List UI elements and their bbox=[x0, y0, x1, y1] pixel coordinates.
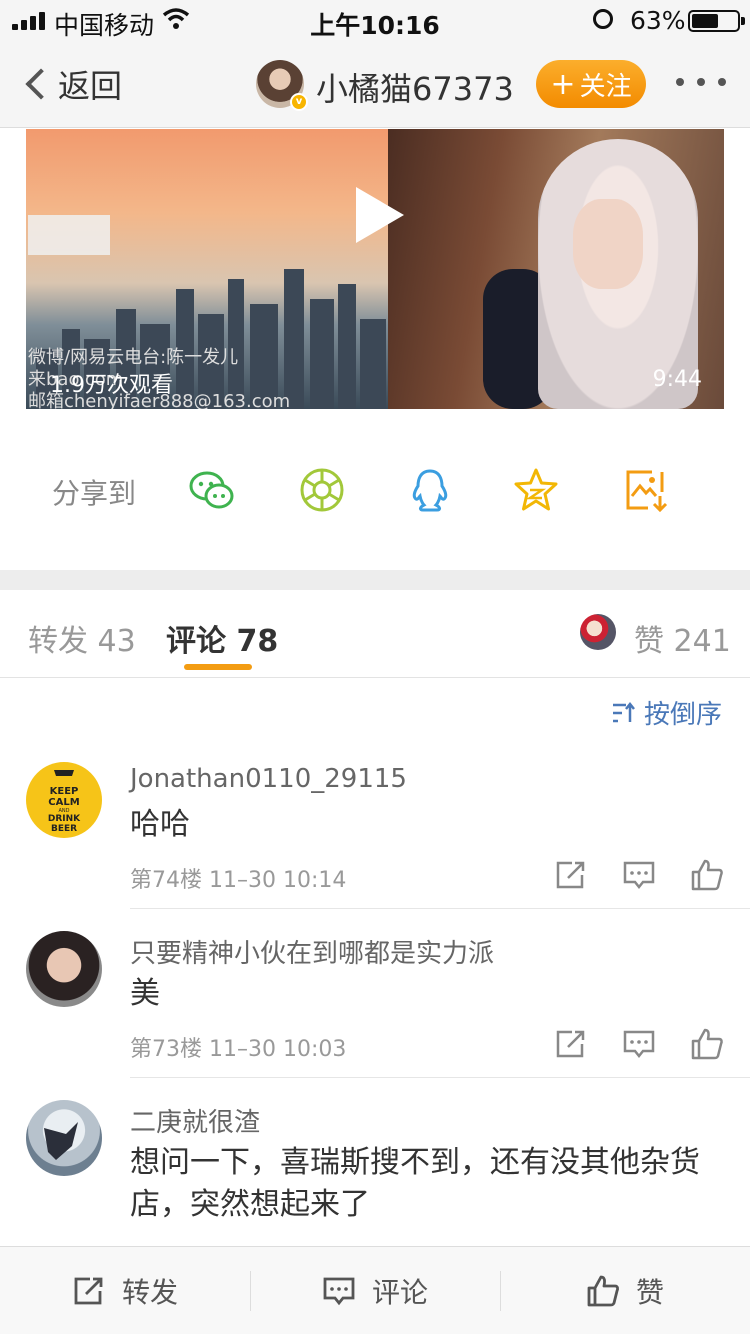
comment-username[interactable]: 只要精神小伙在到哪都是实力派 bbox=[130, 933, 494, 970]
video-view-count: 1.9万次观看 bbox=[50, 373, 173, 398]
comment-label: 评论 bbox=[371, 1276, 428, 1309]
like-icon[interactable] bbox=[690, 1027, 724, 1061]
comment-avatar[interactable]: KEEP CALM AND DRINK BEER bbox=[26, 762, 102, 838]
section-divider bbox=[0, 570, 750, 590]
interaction-tabs: 转发 43 评论 78 赞 241 bbox=[0, 590, 750, 678]
like-icon bbox=[587, 1275, 619, 1307]
verified-badge-icon: v bbox=[290, 93, 308, 111]
comment-meta: 第73楼 11–30 10:03 bbox=[130, 1037, 347, 1062]
tab-likes[interactable]: 赞 241 bbox=[634, 616, 731, 660]
save-image-icon[interactable] bbox=[622, 466, 670, 514]
chevron-left-icon bbox=[25, 68, 57, 100]
comment-username[interactable]: 二庚就很渣 bbox=[130, 1102, 260, 1139]
rotation-lock-icon bbox=[593, 9, 613, 29]
comment-icon bbox=[323, 1277, 355, 1306]
sort-icon bbox=[612, 701, 635, 722]
plus-icon: + bbox=[550, 66, 576, 102]
more-options-icon[interactable] bbox=[676, 70, 726, 94]
comment-button[interactable]: 评论 bbox=[250, 1247, 500, 1334]
status-bar: 中国移动 上午10:16 63% bbox=[0, 0, 750, 40]
reply-icon[interactable] bbox=[622, 858, 656, 892]
comment-username[interactable]: Jonathan0110_29115 bbox=[130, 764, 407, 794]
follow-label: 关注 bbox=[579, 71, 632, 102]
back-label: 返回 bbox=[58, 67, 123, 105]
author-avatar[interactable]: v bbox=[256, 60, 308, 111]
keep-calm-logo: KEEP CALM AND DRINK BEER bbox=[48, 770, 81, 834]
repost-icon bbox=[74, 1277, 103, 1305]
svg-text:BEER: BEER bbox=[51, 824, 77, 834]
back-button[interactable]: 返回 bbox=[22, 62, 122, 106]
sort-button[interactable]: 按倒序 bbox=[612, 694, 722, 731]
comment-text: 想问一下，喜瑞斯搜不到，还有没其他杂货店，突然想起来了 bbox=[130, 1145, 700, 1222]
comment-actions bbox=[554, 1027, 724, 1061]
qzone-icon[interactable] bbox=[512, 466, 560, 514]
tab-repost[interactable]: 转发 43 bbox=[28, 616, 136, 660]
top-bar: 中国移动 上午10:16 63% 返回 v 小橘猫67373 + 关注 bbox=[0, 0, 750, 128]
repost-button[interactable]: 转发 bbox=[0, 1247, 250, 1334]
like-icon[interactable] bbox=[690, 858, 724, 892]
svg-text:KEEP: KEEP bbox=[50, 786, 79, 797]
video-duration: 9:44 bbox=[652, 367, 702, 392]
play-icon[interactable] bbox=[356, 187, 404, 243]
svg-text:DRINK: DRINK bbox=[48, 814, 81, 824]
share-icon[interactable] bbox=[554, 858, 588, 892]
screen-dialog-panel bbox=[28, 215, 110, 255]
comment-text: 美 bbox=[130, 976, 160, 1011]
comment-separator bbox=[130, 1077, 750, 1078]
reply-icon[interactable] bbox=[622, 1027, 656, 1061]
bottom-action-bar: 转发 评论 赞 bbox=[0, 1246, 750, 1334]
battery-percent: 63% bbox=[630, 6, 686, 35]
moments-icon[interactable] bbox=[298, 466, 346, 514]
wechat-icon[interactable] bbox=[188, 466, 236, 514]
comment-meta: 第74楼 11–30 10:14 bbox=[130, 868, 347, 893]
avatar-figure bbox=[44, 1122, 78, 1160]
svg-text:CALM: CALM bbox=[48, 797, 79, 808]
follow-button[interactable]: + 关注 bbox=[536, 60, 646, 108]
like-label: 赞 bbox=[635, 1276, 664, 1309]
comment-avatar[interactable] bbox=[26, 1100, 102, 1176]
like-button[interactable]: 赞 bbox=[500, 1247, 750, 1334]
qq-icon[interactable] bbox=[406, 466, 454, 514]
streamer-face bbox=[573, 199, 643, 289]
liker-avatar bbox=[580, 614, 616, 650]
comment-text: 哈哈 bbox=[130, 807, 190, 842]
comment-separator bbox=[130, 908, 750, 909]
comment-avatar[interactable] bbox=[26, 931, 102, 1007]
repost-label: 转发 bbox=[121, 1276, 178, 1309]
share-label: 分享到 bbox=[52, 477, 137, 510]
sort-label: 按倒序 bbox=[643, 700, 722, 730]
weibo-video-post-page: 中国移动 上午10:16 63% 返回 v 小橘猫67373 + 关注 微博/网… bbox=[0, 0, 750, 1334]
author-name[interactable]: 小橘猫67373 bbox=[316, 64, 514, 110]
video-player[interactable]: 微博/网易云电台:陈一发儿 来bao.com 邮箱chenyifaer888@1… bbox=[26, 129, 724, 409]
comment-actions bbox=[554, 858, 724, 892]
share-icon[interactable] bbox=[554, 1027, 588, 1061]
tab-comments[interactable]: 评论 78 bbox=[166, 616, 278, 660]
active-tab-indicator bbox=[184, 664, 252, 670]
battery-icon bbox=[688, 10, 745, 32]
